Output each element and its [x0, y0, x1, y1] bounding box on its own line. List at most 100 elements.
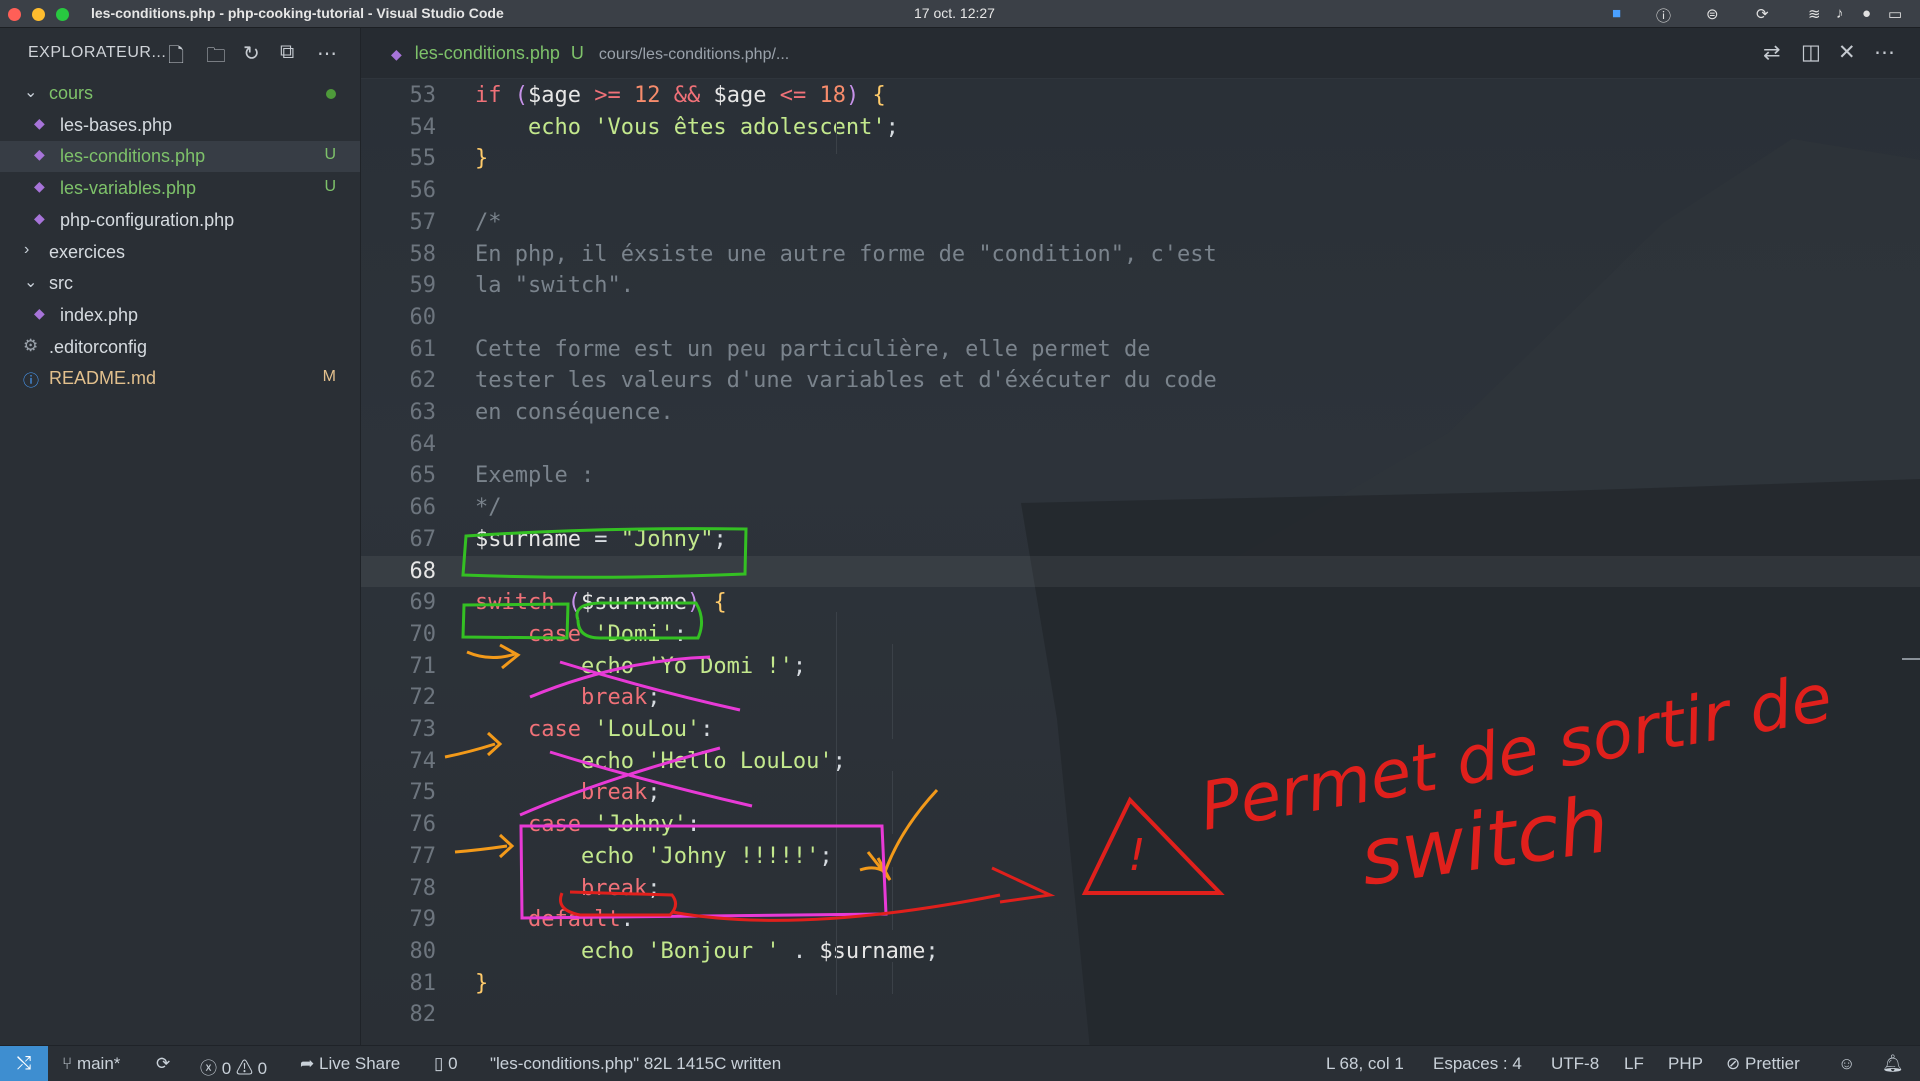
volume-icon[interactable]: ♪: [1836, 5, 1844, 22]
db-item[interactable]: ▯ 0: [434, 1054, 458, 1074]
code-line[interactable]: 80 echo 'Bonjour ' . $surname;: [361, 936, 1920, 968]
compare-changes-icon[interactable]: ⇄: [1763, 40, 1781, 65]
split-editor-icon[interactable]: ◫: [1801, 40, 1821, 65]
code-line[interactable]: 78 break;: [361, 873, 1920, 905]
code-line[interactable]: 69 switch ($surname) {: [361, 587, 1920, 619]
feedback-icon[interactable]: ☺: [1838, 1054, 1855, 1074]
code-line[interactable]: 59 la "switch".: [361, 270, 1920, 302]
close-tab-icon[interactable]: ✕: [1838, 40, 1856, 65]
minimize-window-button[interactable]: [32, 8, 45, 21]
collapse-all-icon[interactable]: ⧉: [280, 41, 294, 64]
remote-indicator-icon[interactable]: ⤭: [0, 1046, 48, 1081]
code-line[interactable]: 76 case 'Johny':: [361, 809, 1920, 841]
code-line[interactable]: 61 Cette forme est un peu particulière, e…: [361, 334, 1920, 366]
code-editor[interactable]: 52 53if ($age >= 12 && $age <= 18) {54 e…: [361, 79, 1920, 1045]
code-line[interactable]: 57 /*: [361, 207, 1920, 239]
indent-guide: [836, 612, 837, 995]
code-line[interactable]: 73 case 'LouLou':: [361, 714, 1920, 746]
code-line[interactable]: 74 echo 'Hello LouLou';: [361, 746, 1920, 778]
code-line[interactable]: 75 break;: [361, 777, 1920, 809]
editor-more-icon[interactable]: ⋯: [1874, 40, 1895, 65]
php-file-icon: ◆: [391, 46, 402, 62]
branch-icon: ⑂: [62, 1054, 73, 1073]
tree-item-php-configuration-php[interactable]: ◆ php-configuration.php: [0, 205, 360, 236]
tree-item-les-conditions-php[interactable]: ◆ les-conditions.php U: [0, 141, 360, 173]
live-share-button[interactable]: ➦ Live Share: [300, 1054, 400, 1074]
git-status-badge: U: [324, 178, 336, 196]
eol-setting[interactable]: LF: [1624, 1054, 1644, 1074]
code-line[interactable]: 56: [361, 175, 1920, 207]
line-number: 60: [409, 304, 437, 330]
zoom-app-icon[interactable]: ■: [1612, 5, 1621, 22]
tree-item-readme-md[interactable]: ⓘ README.md M: [0, 363, 360, 394]
line-number: 77: [409, 843, 437, 869]
line-content: if ($age >= 12 && $age <= 18) {: [475, 83, 886, 108]
php-file-icon: ◆: [34, 209, 45, 226]
code-line[interactable]: 62 tester les valeurs d'une variables et …: [361, 365, 1920, 397]
code-line[interactable]: 67 $surname = "Johny";: [361, 524, 1920, 556]
code-line[interactable]: 72 break;: [361, 682, 1920, 714]
code-line[interactable]: 60: [361, 302, 1920, 334]
code-line[interactable]: 81}: [361, 968, 1920, 1000]
code-line[interactable]: 63 en conséquence.: [361, 397, 1920, 429]
sync-tray-icon[interactable]: ⟳: [1756, 5, 1769, 23]
tree-item-src[interactable]: ⌄ src: [0, 268, 360, 299]
code-line[interactable]: 71 echo 'Yo Domi !';: [361, 651, 1920, 683]
line-number: 82: [409, 1002, 437, 1028]
line-number: 68: [409, 558, 437, 584]
tree-item-cours[interactable]: ⌄ cours: [0, 78, 360, 109]
code-line[interactable]: 64: [361, 429, 1920, 461]
code-line[interactable]: 66 */: [361, 492, 1920, 524]
code-line[interactable]: 58 En php, il éxsiste une autre forme de …: [361, 239, 1920, 271]
line-number: 73: [409, 717, 437, 742]
problems-item[interactable]: ⓧ 0 ⚠ 0: [200, 1054, 267, 1079]
refresh-icon[interactable]: ↻: [243, 41, 260, 66]
code-line[interactable]: 68: [361, 555, 1920, 588]
indent-guide: [892, 771, 893, 834]
code-line[interactable]: 82: [361, 999, 1920, 1031]
code-line[interactable]: 70 case 'Domi':: [361, 619, 1920, 651]
tab-les-conditions[interactable]: ◆ les-conditions.php U cours/les-conditi…: [391, 43, 789, 64]
line-number: 54: [409, 114, 437, 140]
code-line[interactable]: 65 Exemple :: [361, 460, 1920, 492]
prettier-item[interactable]: ⊘ Prettier: [1726, 1054, 1800, 1074]
code-line[interactable]: 55}: [361, 143, 1920, 175]
git-status-badge: M: [322, 368, 336, 386]
modified-dot-icon: [326, 89, 336, 99]
close-window-button[interactable]: [8, 8, 21, 21]
info-icon[interactable]: ⓘ: [1656, 5, 1671, 26]
indent-guide: [892, 867, 893, 930]
sync-icon[interactable]: ⟳: [156, 1054, 170, 1074]
code-line[interactable]: 79 default:: [361, 904, 1920, 936]
git-branch-item[interactable]: ⑂ main*: [62, 1054, 120, 1074]
code-line[interactable]: 53 if ($age >= 12 && $age <= 18) {: [361, 80, 1920, 112]
line-number: 70: [409, 621, 437, 647]
tree-item-exercices[interactable]: › exercices: [0, 237, 360, 268]
tree-item-index-php[interactable]: ◆ index.php: [0, 300, 360, 331]
notifications-bell-icon[interactable]: 🔔︎: [1882, 1054, 1904, 1074]
encoding-setting[interactable]: UTF-8: [1551, 1054, 1599, 1074]
line-content: echo 'Johny !!!!!';: [580, 843, 833, 869]
zoom-window-button[interactable]: [56, 8, 69, 21]
tree-item--editorconfig[interactable]: ⚙ .editorconfig: [0, 332, 360, 363]
microphone-icon[interactable]: ●: [1862, 5, 1871, 22]
wifi-icon[interactable]: ≋: [1808, 5, 1821, 23]
battery-icon[interactable]: ▭: [1888, 5, 1902, 23]
tree-item-les-variables-php[interactable]: ◆ les-variables.php U: [0, 173, 360, 204]
line-content: /*: [475, 209, 502, 235]
control-icon[interactable]: ⊜: [1706, 5, 1719, 23]
language-mode[interactable]: PHP: [1668, 1054, 1703, 1074]
line-number: 61: [409, 336, 437, 362]
line-number: 80: [409, 938, 437, 964]
more-actions-icon[interactable]: ⋯: [317, 41, 337, 66]
line-number: 59: [409, 273, 437, 299]
cursor-position[interactable]: L 68, col 1: [1326, 1054, 1404, 1074]
new-file-icon[interactable]: 🗋: [168, 41, 184, 75]
code-line[interactable]: 54 echo 'Vous êtes adolescent';: [361, 112, 1920, 144]
tree-item-les-bases-php[interactable]: ◆ les-bases.php: [0, 110, 360, 141]
code-line[interactable]: 77 echo 'Johny !!!!!';: [361, 841, 1920, 873]
new-folder-icon[interactable]: 🗀: [206, 41, 226, 75]
indentation-setting[interactable]: Espaces : 4: [1433, 1054, 1522, 1074]
explorer-sidebar: EXPLORATEUR... 🗋 🗀 ↻ ⧉ ⋯ ⌄ cours ◆ les-base…: [0, 28, 361, 1045]
line-content: echo 'Yo Domi !';: [580, 653, 807, 679]
